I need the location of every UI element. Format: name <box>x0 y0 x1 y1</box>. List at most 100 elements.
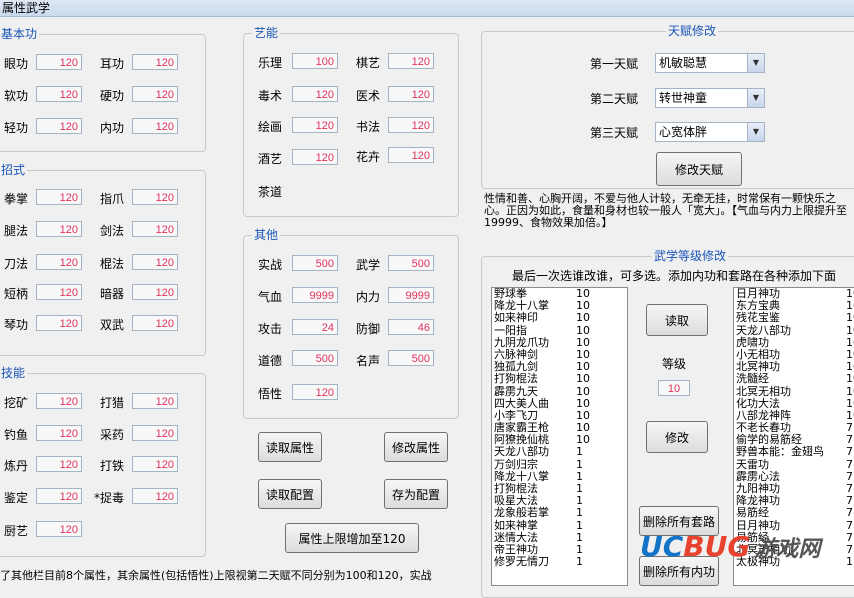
skills-input[interactable]: 120 <box>36 488 82 504</box>
martial-list-item[interactable]: 如来神掌 1 <box>492 518 627 532</box>
other-input[interactable]: 500 <box>388 255 434 271</box>
arts-input[interactable]: 120 <box>292 117 338 133</box>
arts-input[interactable]: 120 <box>388 53 434 69</box>
skills-input[interactable]: 120 <box>132 425 178 441</box>
moves-input[interactable]: 120 <box>36 254 82 270</box>
martial-level: 7 <box>846 542 853 556</box>
field-label: 名声 <box>356 354 381 368</box>
other-input[interactable]: 9999 <box>292 287 338 303</box>
moves-input[interactable]: 120 <box>36 315 82 331</box>
arts-input[interactable]: 120 <box>388 147 434 163</box>
basic-input-yan[interactable]: 120 <box>36 54 82 70</box>
other-input[interactable]: 500 <box>388 350 434 366</box>
field-label: 毒术 <box>258 89 283 103</box>
field-label: 钓鱼 <box>4 428 29 442</box>
martial-list-item[interactable]: 龙象般若掌 1 <box>492 507 627 519</box>
field-label: 双武 <box>100 318 125 332</box>
basic-input-qing[interactable]: 120 <box>36 118 82 134</box>
arts-input[interactable]: 100 <box>292 53 338 69</box>
basic-input-ying[interactable]: 120 <box>132 86 178 102</box>
raise-limit-button[interactable]: 属性上限增加至120 <box>285 523 419 553</box>
martial-list-item[interactable]: 洗髓经 10 <box>734 373 854 385</box>
martial-list-left[interactable]: 野球拳 10 降龙十八掌 10 如来神印 10 一阳指 10 九阴龙爪功 10 六脉神剑 10 独孤九剑… <box>491 287 628 586</box>
talent-select-2-value: 转世神童 <box>659 91 708 105</box>
moves-input[interactable]: 120 <box>36 284 82 300</box>
field-label: 暗器 <box>100 287 125 301</box>
field-label: 拳掌 <box>4 192 29 206</box>
other-input[interactable]: 120 <box>292 384 338 400</box>
skills-input[interactable]: 120 <box>36 393 82 409</box>
martial-list-item[interactable]: 天龙八部功 1 <box>492 446 627 458</box>
field-label: 厨艺 <box>4 524 29 538</box>
arts-input[interactable]: 120 <box>388 86 434 102</box>
arts-input[interactable]: 120 <box>292 86 338 102</box>
skills-input[interactable]: 120 <box>36 425 82 441</box>
martial-name: 残花宝鉴 <box>736 311 780 325</box>
moves-input[interactable]: 120 <box>132 221 178 237</box>
read-config-button[interactable]: 读取配置 <box>258 479 322 509</box>
arts-input[interactable]: 120 <box>292 149 338 165</box>
martial-list-item[interactable]: 万剑归宗 1 <box>492 458 627 471</box>
skills-input[interactable]: 120 <box>36 521 82 537</box>
other-input[interactable]: 500 <box>292 255 338 271</box>
talent-select-3[interactable]: 心宽体胖 ▼ <box>655 122 765 142</box>
moves-input[interactable]: 120 <box>132 254 178 270</box>
skills-input[interactable]: 120 <box>132 488 178 504</box>
martial-list-item[interactable]: 易筋经 7 <box>734 507 854 519</box>
group-arts-title: 艺能 <box>252 25 281 41</box>
martial-name: 天龙八部功 <box>494 445 549 459</box>
martial-list-item[interactable]: 天雷功 7 <box>734 458 854 471</box>
chevron-down-icon[interactable]: ▼ <box>747 89 764 107</box>
moves-input[interactable]: 120 <box>132 315 178 331</box>
martial-list-item[interactable]: 修罗无情刀 1 <box>492 556 627 568</box>
martial-list-item[interactable]: 残花宝鉴 10 <box>734 312 854 324</box>
field-label: 软功 <box>4 89 29 103</box>
martial-list-item[interactable]: 野兽本能：金翅鸟 7 <box>734 446 854 458</box>
martial-list-item[interactable]: 霹雳九天 10 <box>492 384 627 398</box>
martial-list-item[interactable]: 一阳指 10 <box>492 324 627 337</box>
level-input[interactable]: 10 <box>658 380 690 396</box>
martial-list-item[interactable]: 如来神印 10 <box>492 312 627 324</box>
martial-list-item[interactable]: 打狗棍法 10 <box>492 373 627 385</box>
skills-input[interactable]: 120 <box>132 456 178 472</box>
other-input[interactable]: 46 <box>388 319 434 335</box>
talent-select-3-value: 心宽体胖 <box>659 125 708 139</box>
moves-input[interactable]: 120 <box>132 189 178 205</box>
talent-select-1[interactable]: 机敏聪慧 ▼ <box>655 53 765 73</box>
martial-list-item[interactable]: 北冥无相功 10 <box>734 385 854 398</box>
field-label: 短柄 <box>4 287 29 301</box>
field-label: 耳功 <box>100 57 125 71</box>
save-config-button[interactable]: 存为配置 <box>384 479 448 509</box>
chevron-down-icon[interactable]: ▼ <box>747 123 764 141</box>
talent-label-2: 第二天赋 <box>590 92 639 106</box>
talent-select-2[interactable]: 转世神童 ▼ <box>655 88 765 108</box>
modify-martial-button[interactable]: 修改 <box>646 421 708 453</box>
other-input[interactable]: 9999 <box>388 287 434 303</box>
skills-input[interactable]: 120 <box>132 393 178 409</box>
chevron-down-icon[interactable]: ▼ <box>747 54 764 72</box>
modify-attributes-button[interactable]: 修改属性 <box>384 432 448 462</box>
moves-input[interactable]: 120 <box>36 221 82 237</box>
arts-input[interactable]: 120 <box>388 117 434 133</box>
martial-list-item[interactable]: 天龙八部功 10 <box>734 324 854 337</box>
martial-name: 如来神掌 <box>494 518 538 532</box>
martial-level: 10 <box>576 384 590 398</box>
basic-input-er[interactable]: 120 <box>132 54 178 70</box>
field-label: 刀法 <box>4 257 29 271</box>
basic-input-nei[interactable]: 120 <box>132 118 178 134</box>
basic-input-ruan[interactable]: 120 <box>36 86 82 102</box>
martial-name: 洗髓经 <box>736 372 769 386</box>
moves-input[interactable]: 120 <box>132 284 178 300</box>
other-input[interactable]: 500 <box>292 350 338 366</box>
field-label: 琴功 <box>4 318 29 332</box>
martial-level: 10 <box>846 347 854 361</box>
moves-input[interactable]: 120 <box>36 189 82 205</box>
read-attributes-button[interactable]: 读取属性 <box>258 432 322 462</box>
field-label: 乐理 <box>258 56 283 70</box>
skills-input[interactable]: 120 <box>36 456 82 472</box>
martial-level: 10 <box>846 408 854 422</box>
modify-talent-button[interactable]: 修改天赋 <box>656 152 742 186</box>
other-input[interactable]: 24 <box>292 319 338 335</box>
read-martial-button[interactable]: 读取 <box>646 304 708 336</box>
martial-level: 7 <box>846 445 853 459</box>
